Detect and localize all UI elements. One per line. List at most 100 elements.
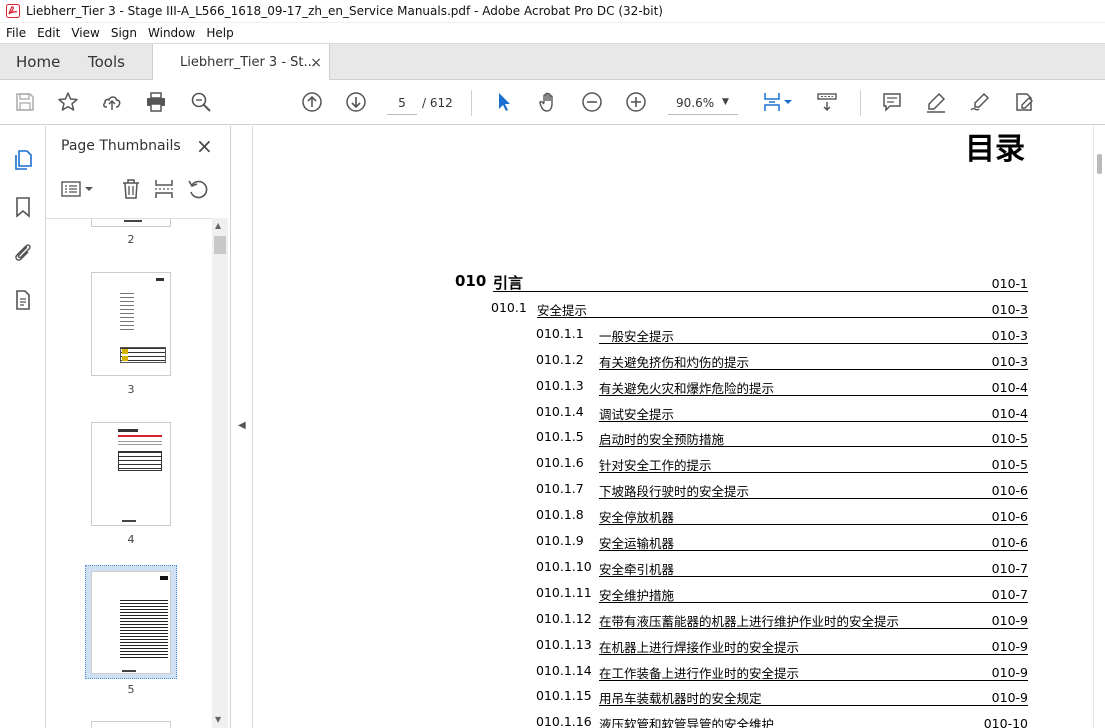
document-properties-icon[interactable]: [11, 288, 35, 312]
document-scrollbar[interactable]: [1093, 126, 1105, 728]
previous-page-icon[interactable]: [300, 90, 324, 114]
toc-page-number: 010-7: [991, 586, 1028, 602]
toc-entry[interactable]: 010 引言 010-1: [455, 270, 1028, 292]
toc-page-number: 010-6: [991, 535, 1028, 550]
page-number-input[interactable]: [387, 91, 417, 115]
scroll-thumb[interactable]: [1097, 154, 1102, 174]
toc-page-number: 010-4: [991, 379, 1028, 395]
toc-number: 010.1.14: [536, 662, 592, 678]
toc-title: 针对安全工作的提示: [599, 458, 712, 474]
extract-page-icon[interactable]: [153, 178, 175, 200]
toc-entry[interactable]: 010.1.4 调试安全提示 010-4: [536, 400, 1028, 422]
toc-entry[interactable]: 010.1.8 安全停放机器 010-6: [536, 503, 1028, 526]
rotate-page-icon[interactable]: [187, 178, 209, 200]
toc-number: 010.1.7: [536, 481, 584, 497]
thumbnail-options-icon[interactable]: [60, 178, 94, 200]
attachments-icon[interactable]: [11, 240, 35, 264]
print-icon[interactable]: [144, 90, 168, 114]
toolbar-separator: [860, 90, 861, 116]
hand-tool-icon[interactable]: [536, 90, 560, 114]
tab-bar: Home Tools Liebherr_Tier 3 - St... ×: [0, 43, 1105, 81]
next-page-icon[interactable]: [344, 90, 368, 114]
toc-entry[interactable]: 010.1.11 安全维护措施 010-7: [536, 581, 1028, 603]
toc-entry[interactable]: 010.1.3 有关避免火灾和爆炸危险的提示 010-4: [536, 374, 1028, 396]
select-cursor-icon[interactable]: [492, 90, 516, 114]
thumbnail-page-5[interactable]: [91, 571, 171, 674]
zoom-in-icon[interactable]: [624, 90, 648, 114]
tab-document-label: Liebherr_Tier 3 - St...: [180, 55, 316, 70]
page-fit-icon[interactable]: [760, 90, 784, 114]
toc-number: 010.1.6: [536, 455, 584, 471]
toc-number: 010.1.4: [536, 403, 584, 419]
scroll-up-icon[interactable]: ▲: [215, 221, 221, 230]
close-panel-icon[interactable]: ×: [196, 134, 213, 158]
scroll-thumb[interactable]: [214, 236, 226, 254]
delete-page-icon[interactable]: [120, 178, 142, 200]
toc-page-number: 010-9: [991, 690, 1028, 706]
draw-sign-icon[interactable]: [968, 90, 992, 114]
toc-entry[interactable]: 010.1.12 在带有液压蓄能器的机器上进行维护作业时的安全提示 010-9: [536, 607, 1028, 629]
bookmark-star-icon[interactable]: [56, 90, 80, 114]
toc-title: 有关避免火灾和爆炸危险的提示: [599, 380, 775, 396]
toc-page-number: 010-3: [991, 301, 1028, 317]
toc-entry[interactable]: 010.1.13 在机器上进行焊接作业时的安全提示 010-9: [536, 633, 1028, 655]
toc-page-number: 010-10: [983, 716, 1028, 728]
toc-number: 010.1.8: [536, 507, 584, 523]
toc-entry[interactable]: 010.1.15 用吊车装载机器时的安全规定 010-9: [536, 684, 1028, 707]
zoom-out-icon[interactable]: [580, 90, 604, 114]
scroll-down-icon[interactable]: ▼: [215, 715, 221, 724]
menu-file[interactable]: File: [0, 26, 31, 40]
thumbnail-scrollbar[interactable]: ▲ ▼: [212, 218, 228, 728]
toc-page-number: 010-5: [991, 457, 1028, 473]
thumbnail-page-4[interactable]: [91, 422, 171, 526]
toc-page-number: 010-7: [991, 560, 1028, 576]
thumbnail-page-3[interactable]: [91, 272, 171, 376]
toc-number: 010.1.2: [536, 351, 584, 367]
toc-entry[interactable]: 010.1.7 下坡路段行驶时的安全提示 010-6: [536, 477, 1028, 500]
collapse-left-icon[interactable]: ◀: [238, 420, 246, 431]
toc-title: 一般安全提示: [599, 328, 675, 344]
menu-view[interactable]: View: [65, 26, 104, 40]
tab-tools[interactable]: Tools: [88, 44, 125, 80]
toc-title: 引言: [493, 274, 524, 292]
tab-document[interactable]: Liebherr_Tier 3 - St... ×: [152, 44, 330, 81]
thumbnail-page-2[interactable]: [91, 219, 171, 227]
scroll-mode-icon[interactable]: [815, 90, 839, 114]
zoom-search-icon[interactable]: [189, 90, 213, 114]
page-thumbnails-icon[interactable]: [11, 148, 35, 172]
toc-entry[interactable]: 010.1.14 在工作装备上进行作业时的安全提示 010-9: [536, 659, 1028, 681]
thumbnail-list[interactable]: 2 3 4 5: [46, 218, 212, 728]
panel-collapse-strip[interactable]: ◀: [231, 126, 253, 728]
toc-entry[interactable]: 010.1.1 一般安全提示 010-3: [536, 322, 1028, 344]
menu-bar: File Edit View Sign Window Help: [0, 23, 1105, 43]
document-view[interactable]: 目录 010 引言 010-1 010.1 安全提示 010-3 010.1.1 一般安全提示…: [253, 126, 1105, 728]
toolbar-separator: [471, 90, 472, 116]
close-tab-icon[interactable]: ×: [310, 55, 322, 71]
toc-entry[interactable]: 010.1.16 液压软管和软管导管的安全维护 010-10: [536, 710, 1028, 728]
menu-edit[interactable]: Edit: [31, 26, 65, 40]
tab-home[interactable]: Home: [16, 44, 60, 80]
zoom-dropdown-icon[interactable]: ▼: [722, 97, 729, 107]
upload-cloud-icon[interactable]: [100, 90, 124, 114]
toc-entry[interactable]: 010.1.9 安全运输机器 010-6: [536, 529, 1028, 551]
toc-title: 在工作装备上进行作业时的安全提示: [599, 665, 800, 681]
chevron-down-icon[interactable]: [782, 90, 794, 114]
bookmarks-icon[interactable]: [11, 195, 35, 219]
comment-icon[interactable]: [880, 90, 904, 114]
thumbnail-page-6[interactable]: [91, 721, 171, 728]
toc-title: 安全停放机器: [599, 510, 675, 526]
thumbnail-label: 4: [127, 533, 135, 546]
toc-number: 010.1.1: [536, 325, 584, 341]
toc-title: 安全运输机器: [599, 536, 675, 551]
menu-window[interactable]: Window: [142, 26, 200, 40]
toc-entry[interactable]: 010.1.2 有关避免挤伤和灼伤的提示 010-3: [536, 348, 1028, 370]
fill-sign-icon[interactable]: [1012, 90, 1036, 114]
highlight-pen-icon[interactable]: [924, 90, 948, 114]
toc-entry[interactable]: 010.1 安全提示 010-3: [491, 296, 1028, 318]
toc-entry[interactable]: 010.1.5 启动时的安全预防措施 010-5: [536, 425, 1028, 448]
toc-entry[interactable]: 010.1.10 安全牵引机器 010-7: [536, 555, 1028, 577]
menu-help[interactable]: Help: [200, 26, 238, 40]
menu-sign[interactable]: Sign: [105, 26, 142, 40]
save-icon[interactable]: [13, 90, 37, 114]
toc-entry[interactable]: 010.1.6 针对安全工作的提示 010-5: [536, 451, 1028, 474]
